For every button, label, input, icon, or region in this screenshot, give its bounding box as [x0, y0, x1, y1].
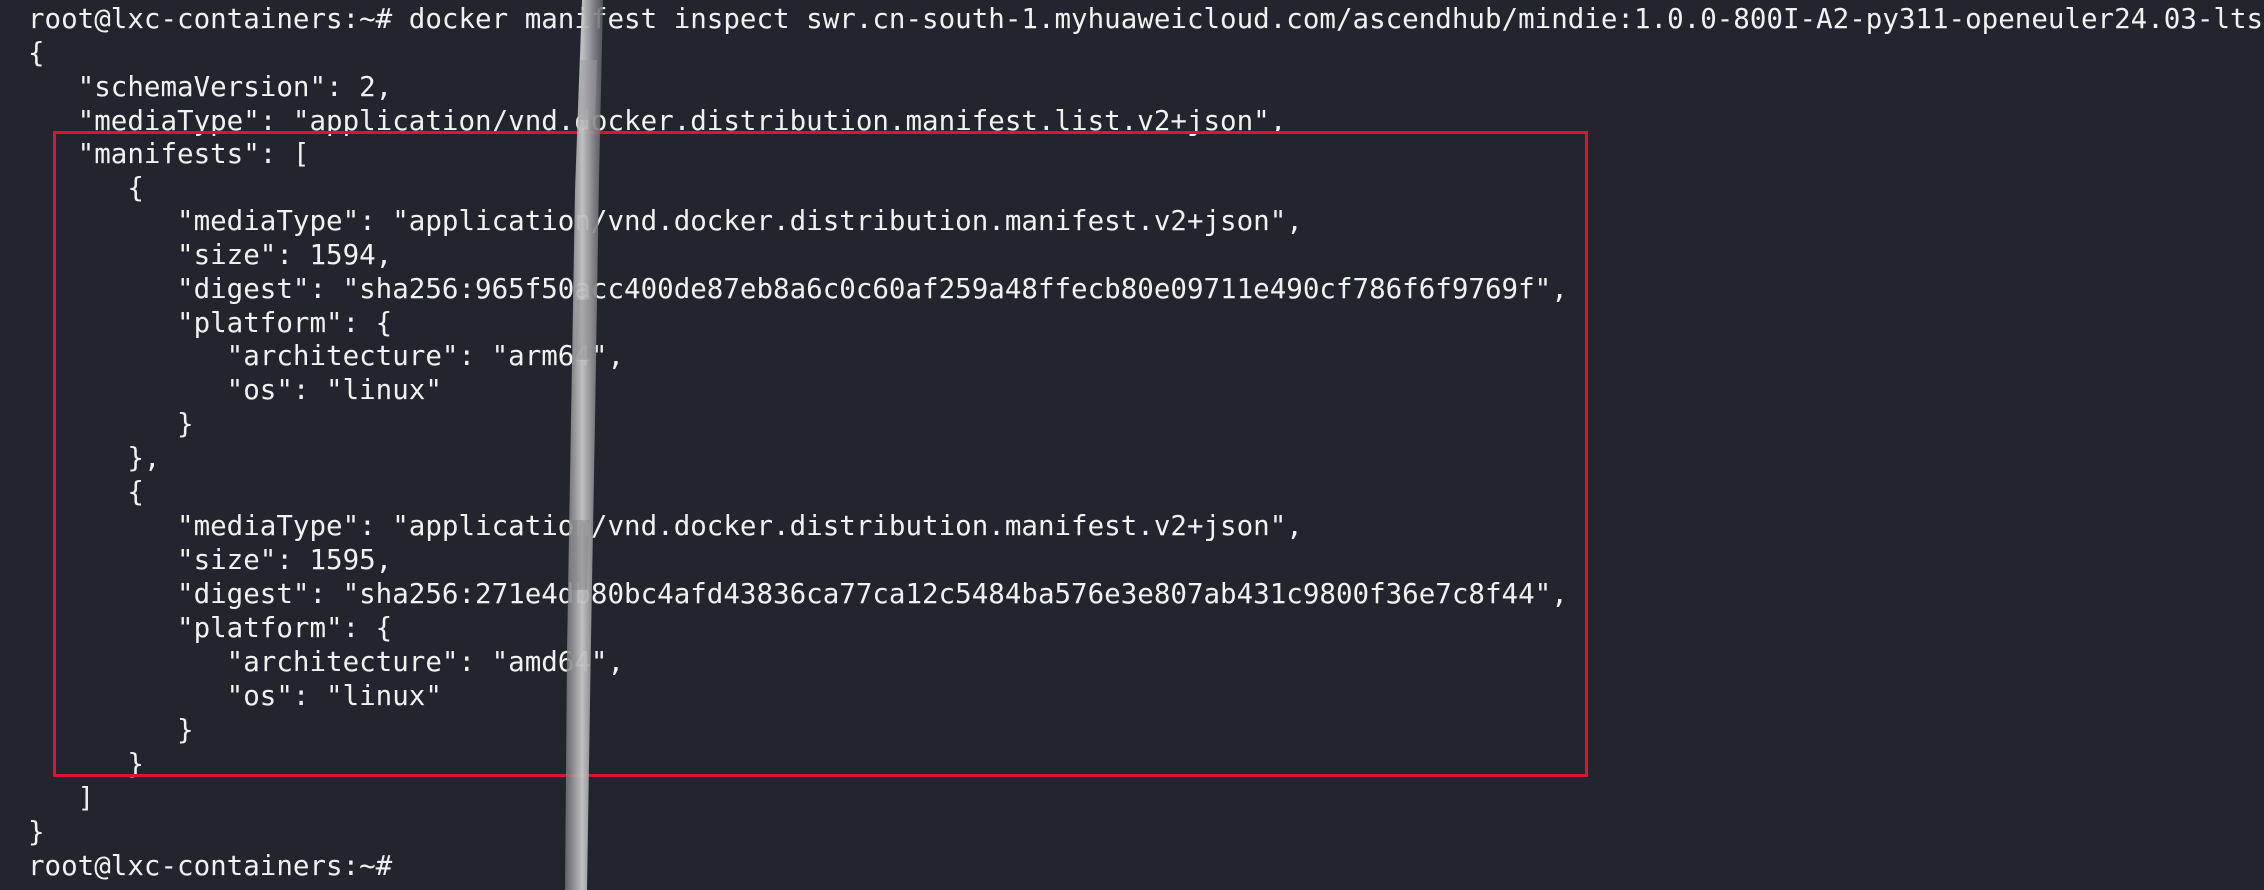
json-line: "os": "linux" — [28, 680, 442, 712]
json-line: "mediaType": "application/vnd.docker.dis… — [28, 105, 1287, 137]
json-line: "digest": "sha256:965f50acc400de87eb8a6c… — [28, 273, 1568, 305]
json-line: { — [28, 476, 144, 508]
json-line: "mediaType": "application/vnd.docker.dis… — [28, 205, 1303, 237]
json-line: } — [28, 748, 144, 780]
json-line: "platform": { — [28, 612, 393, 644]
shell-prompt[interactable]: root@lxc-containers:~# — [28, 849, 392, 883]
json-line: }, — [28, 442, 161, 474]
json-line: "os": "linux" — [28, 374, 442, 406]
json-line: } — [28, 714, 194, 746]
json-line: "architecture": "amd64", — [28, 646, 625, 678]
command-line: root@lxc-containers:~# docker manifest i… — [28, 3, 2264, 35]
json-line: "mediaType": "application/vnd.docker.dis… — [28, 510, 1303, 542]
json-line: "platform": { — [28, 307, 393, 339]
json-line: "digest": "sha256:271e4db80bc4afd43836ca… — [28, 578, 1568, 610]
json-line: "size": 1595, — [28, 544, 393, 576]
json-open-brace: { — [28, 37, 45, 69]
json-line: "size": 1594, — [28, 239, 393, 271]
terminal-window[interactable]: root@lxc-containers:~# docker manifest i… — [0, 0, 2264, 890]
json-line: "schemaVersion": 2, — [28, 71, 393, 103]
json-close-brace: } — [28, 816, 45, 848]
json-line: ] — [28, 782, 95, 814]
json-line: "manifests": [ — [28, 138, 310, 170]
json-line: } — [28, 408, 194, 440]
json-line: { — [28, 172, 144, 204]
json-line: "architecture": "arm64", — [28, 340, 625, 372]
